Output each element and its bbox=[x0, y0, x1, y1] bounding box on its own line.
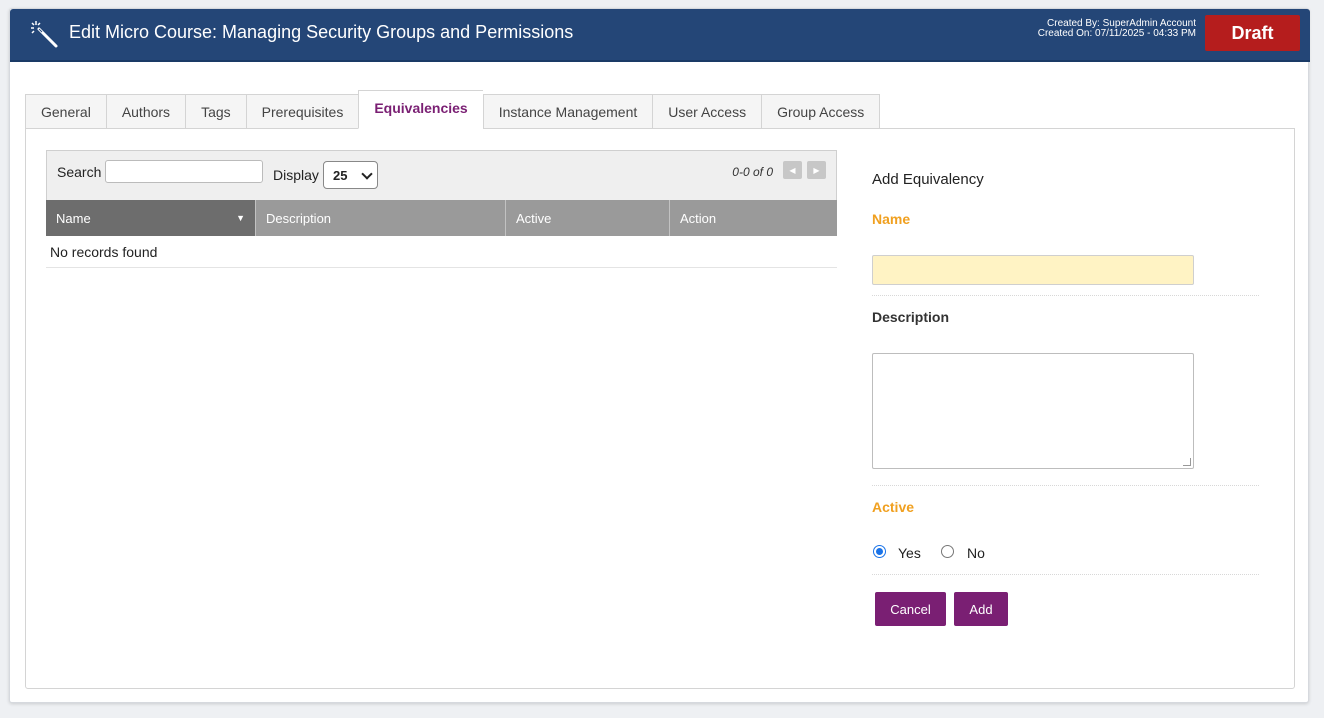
active-yes-label[interactable]: Yes bbox=[898, 545, 921, 561]
active-no-label[interactable]: No bbox=[967, 545, 985, 561]
display-select-value: 25 bbox=[333, 167, 348, 183]
table-header: Name ▼ Description Active Action bbox=[46, 200, 837, 236]
column-header-active[interactable]: Active bbox=[506, 200, 670, 236]
divider bbox=[872, 485, 1259, 486]
tab-group-access[interactable]: Group Access bbox=[761, 94, 881, 129]
course-editor-window: Edit Micro Course: Managing Security Gro… bbox=[9, 8, 1310, 703]
display-label: Display bbox=[273, 167, 319, 183]
triangle-right-icon: ▶ bbox=[813, 165, 820, 175]
add-button[interactable]: Add bbox=[954, 592, 1008, 626]
divider bbox=[872, 295, 1259, 296]
active-yes-radio[interactable] bbox=[873, 545, 886, 558]
search-input[interactable] bbox=[105, 160, 263, 183]
next-page-button[interactable]: ▶ bbox=[807, 161, 826, 179]
column-header-action[interactable]: Action bbox=[670, 200, 837, 236]
sort-desc-icon: ▼ bbox=[236, 213, 245, 223]
column-header-name[interactable]: Name ▼ bbox=[46, 200, 256, 236]
column-header-label: Description bbox=[266, 210, 332, 226]
tab-user-access[interactable]: User Access bbox=[652, 94, 762, 129]
active-no-radio[interactable] bbox=[941, 545, 954, 558]
equivalency-table: Search Display 25 0-0 of 0 ◀ ▶ Name ▼ De… bbox=[46, 150, 837, 268]
tab-general[interactable]: General bbox=[25, 94, 106, 129]
table-toolbar: Search Display 25 0-0 of 0 ◀ ▶ bbox=[46, 150, 837, 200]
resize-grip-icon[interactable] bbox=[1183, 458, 1191, 466]
empty-table-message: No records found bbox=[46, 236, 837, 268]
chevron-down-icon bbox=[361, 168, 373, 180]
magic-wand-icon bbox=[31, 21, 58, 48]
tab-panel: Search Display 25 0-0 of 0 ◀ ▶ Name ▼ De… bbox=[25, 128, 1295, 689]
page-title: Edit Micro Course: Managing Security Gro… bbox=[69, 22, 574, 42]
cancel-button[interactable]: Cancel bbox=[875, 592, 946, 626]
tab-authors[interactable]: Authors bbox=[105, 94, 186, 129]
divider bbox=[872, 574, 1259, 575]
tab-equivalencies[interactable]: Equivalencies bbox=[358, 90, 483, 129]
tab-instance-management[interactable]: Instance Management bbox=[482, 94, 653, 129]
triangle-left-icon: ◀ bbox=[789, 165, 796, 175]
description-textarea[interactable] bbox=[872, 353, 1194, 469]
page-header: Edit Micro Course: Managing Security Gro… bbox=[10, 9, 1310, 62]
display-select[interactable]: 25 bbox=[323, 161, 378, 189]
created-info: Created By: SuperAdmin Account Created O… bbox=[1038, 19, 1196, 39]
pager-info: 0-0 of 0 bbox=[732, 165, 773, 179]
tab-bar: General Authors Tags Prerequisites Equiv… bbox=[25, 90, 881, 129]
active-label: Active bbox=[872, 499, 915, 515]
search-label: Search bbox=[57, 164, 102, 180]
column-header-label: Name bbox=[56, 210, 91, 226]
tab-tags[interactable]: Tags bbox=[185, 94, 246, 129]
name-input[interactable] bbox=[872, 255, 1194, 285]
name-label: Name bbox=[872, 211, 911, 227]
status-badge: Draft bbox=[1205, 15, 1300, 51]
created-on: Created On: 07/11/2025 - 04:33 PM bbox=[1037, 28, 1196, 39]
column-header-description[interactable]: Description bbox=[256, 200, 506, 236]
description-label: Description bbox=[872, 309, 950, 325]
tab-prerequisites[interactable]: Prerequisites bbox=[245, 94, 359, 129]
column-header-label: Action bbox=[680, 210, 717, 226]
prev-page-button[interactable]: ◀ bbox=[783, 161, 802, 179]
form-title: Add Equivalency bbox=[872, 171, 984, 188]
column-header-label: Active bbox=[516, 210, 552, 226]
